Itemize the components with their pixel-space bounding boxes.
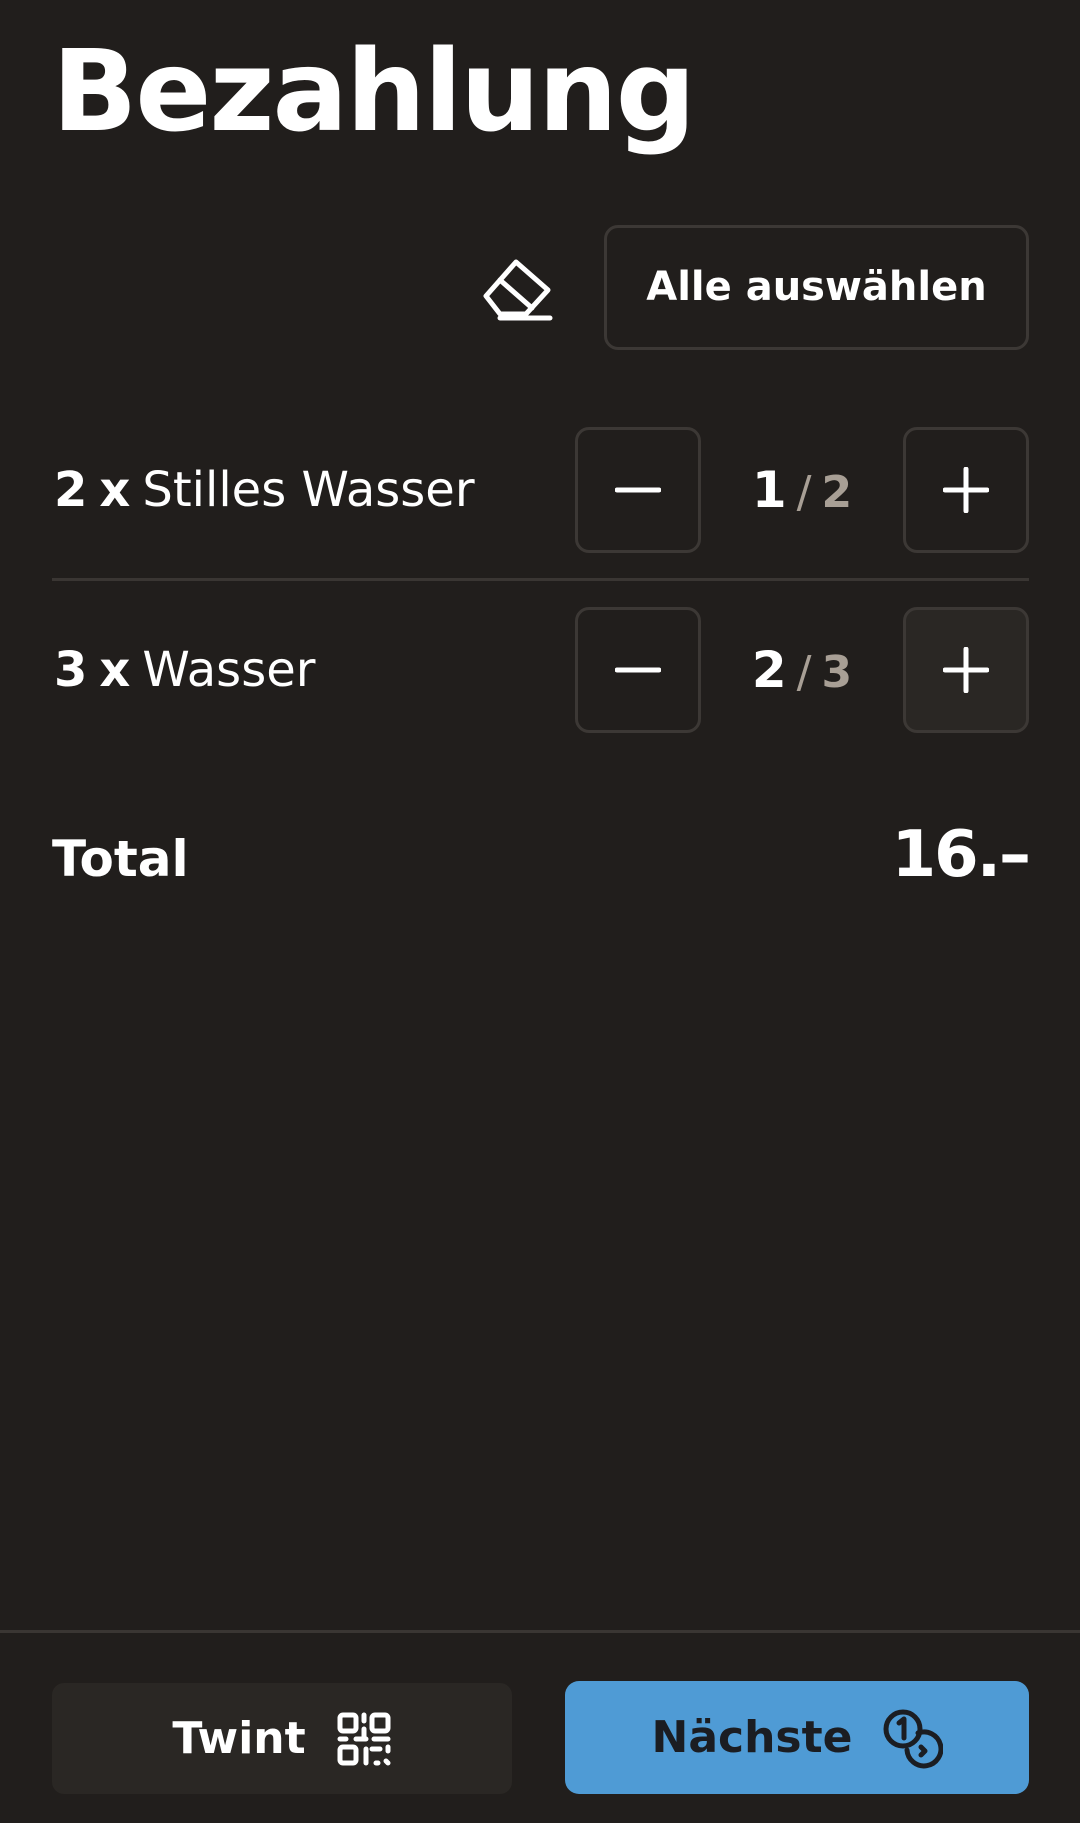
item-label: 2 x Stilles Wasser — [54, 427, 475, 553]
decrease-button[interactable] — [575, 607, 701, 733]
total-amount: 16.– — [891, 818, 1031, 892]
payment-screen: Bezahlung Alle auswählen 2 x Stilles Wasse… — [0, 0, 1080, 1823]
select-all-button[interactable]: Alle auswählen — [604, 225, 1029, 350]
total-count: 3 — [821, 647, 853, 698]
counter-separator: / — [796, 467, 812, 518]
plus-icon — [943, 647, 989, 693]
bottom-action-bar: Twint Nächste — [0, 1630, 1080, 1823]
twint-button[interactable]: Twint — [52, 1683, 512, 1794]
selected-count: 2 — [751, 641, 787, 699]
minus-icon — [615, 487, 661, 493]
item-quantity: 3 — [54, 642, 88, 698]
plus-icon — [943, 467, 989, 513]
counter-separator: / — [796, 647, 812, 698]
next-label: Nächste — [651, 1712, 853, 1763]
item-label: 3 x Wasser — [54, 607, 315, 733]
list-item: 3 x Wasser 2/3 — [52, 607, 1029, 733]
minus-icon — [615, 667, 661, 673]
twint-label: Twint — [172, 1713, 306, 1764]
selection-counter: 2/3 — [701, 607, 903, 733]
next-button[interactable]: Nächste — [565, 1681, 1029, 1794]
item-name: Wasser — [142, 642, 316, 698]
eraser-icon — [483, 259, 553, 321]
qr-code-icon — [337, 1712, 391, 1765]
decrease-button[interactable] — [575, 427, 701, 553]
item-quantity: 2 — [54, 462, 88, 518]
eraser-button[interactable] — [478, 252, 554, 322]
increase-button[interactable] — [903, 607, 1029, 733]
total-count: 2 — [821, 467, 853, 518]
item-name: Stilles Wasser — [142, 462, 475, 518]
page-title: Bezahlung — [52, 27, 696, 157]
selected-count: 1 — [751, 461, 787, 519]
coins-icon — [883, 1709, 943, 1768]
divider — [52, 578, 1029, 581]
increase-button[interactable] — [903, 427, 1029, 553]
item-times: x — [99, 462, 131, 518]
list-item: 2 x Stilles Wasser 1/2 — [52, 427, 1029, 553]
selection-counter: 1/2 — [701, 427, 903, 553]
total-label: Total — [52, 830, 189, 888]
item-times: x — [99, 642, 131, 698]
